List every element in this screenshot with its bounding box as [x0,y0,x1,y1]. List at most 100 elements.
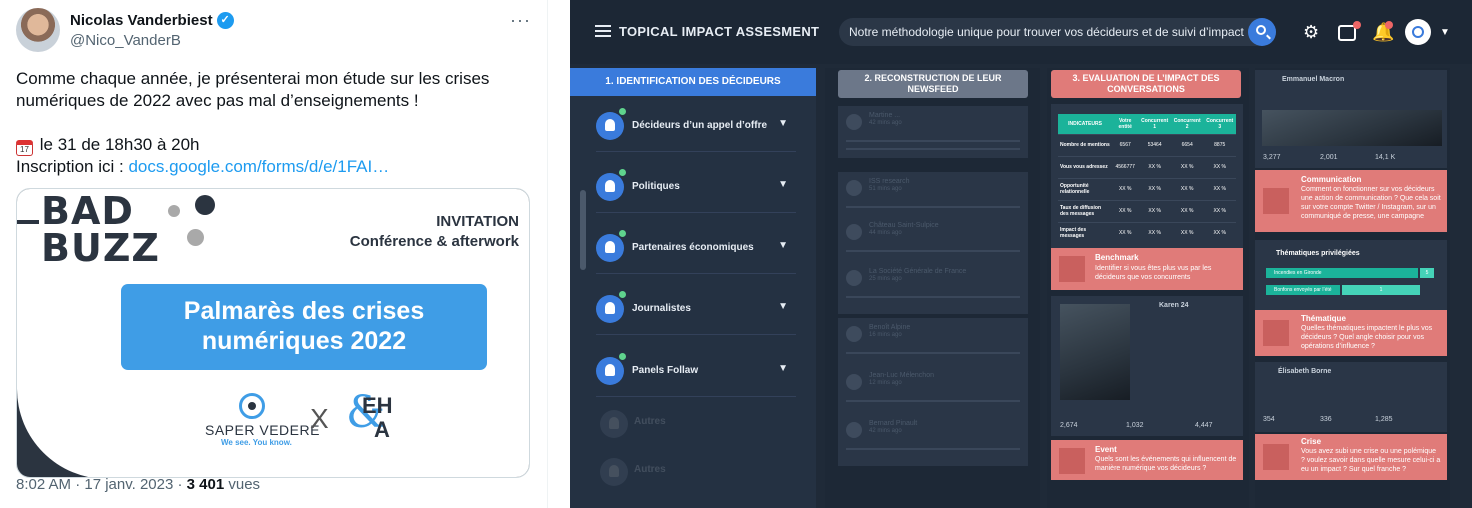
feed-item[interactable]: Benoît Alpine 16 mins ago [838,318,1028,370]
sidebar-item-autres: Autres [600,402,800,442]
sidebar-item-panels[interactable]: Panels Follaw ▼ [596,349,796,397]
table-cell: XX % [1203,221,1236,244]
comments-count: 3,277 [1263,154,1281,161]
avatar [846,326,862,342]
benchmark-title: Benchmark [1095,253,1139,262]
chevron-down-icon[interactable]: ▼ [1440,27,1450,38]
feed-item[interactable]: Bernard Pinault 42 mins ago [838,414,1028,466]
tweet-image-card[interactable]: BAD BUZZ INVITATION Conférence & afterwo… [16,188,530,478]
thematique-title: Thématique [1301,314,1346,323]
logo-dot [187,229,204,246]
sidebar-item-partenaires[interactable]: Partenaires économiques ▼ [596,226,796,274]
table-cell: Impact des messages [1058,221,1113,244]
journalist-icon [596,295,624,323]
event-title: Event [1095,445,1117,454]
invitation-title: INVITATION [436,213,519,230]
feed-author: Martine ... [869,112,901,119]
feed-item[interactable]: Martine ... 42 mins ago [838,106,1028,158]
table-cell: XX % [1170,199,1204,222]
table-row: Impact des messages XX % XX % XX % XX % [1058,221,1236,244]
megaphone-icon [1263,188,1289,214]
chevron-down-icon[interactable]: ▼ [778,179,788,190]
post-photo[interactable] [1262,110,1442,146]
theme-bar: Incendies en Gironde [1266,268,1418,278]
table-header-row: INDICATEURS Votre entité Concurrent 1 Co… [1058,114,1236,134]
online-dot [619,230,626,237]
notification-badge [1385,21,1393,29]
chevron-down-icon[interactable]: ▼ [778,301,788,312]
sidebar-item-journalistes[interactable]: Journalistes ▼ [596,287,796,335]
retweets-count: 2,001 [1320,154,1338,161]
search-button[interactable] [1248,18,1276,46]
avatar[interactable] [16,8,60,52]
table-cell: XX % [1170,177,1204,200]
form-link[interactable]: docs.google.com/forms/d/e/1FAI… [128,157,389,176]
settings-icon[interactable]: ⚙ [1303,22,1319,43]
hamburger-menu-icon[interactable] [595,25,611,37]
feed-item[interactable]: Château Saint-Sulpice 44 mins ago [838,216,1028,268]
chevron-down-icon[interactable]: ▼ [778,363,788,374]
crise-title: Crise [1301,437,1322,446]
chevron-down-icon[interactable]: ▼ [778,240,788,251]
author-name-row[interactable]: Nicolas Vanderbiest ✓ [70,12,510,29]
event-card[interactable]: Event Quels sont les événements qui infl… [1051,440,1243,480]
communication-title: Communication [1301,175,1362,184]
benchmark-icon [1059,256,1085,282]
partnership-cross: X [310,403,329,434]
theme-bar-value: 1 [1342,285,1420,295]
dashboard-screenshot: TOPICAL IMPACT ASSESMENT Notre méthodolo… [570,0,1472,508]
feed-item[interactable]: La Société Générale de France 25 mins ag… [838,262,1028,314]
feed-item[interactable]: Jean-Luc Mélenchon 12 mins ago [838,366,1028,418]
feed-author: Bernard Pinault [869,420,918,427]
panel-icon [596,357,624,385]
table-cell: XX % [1170,221,1204,244]
sidebar-item-appel-offre[interactable]: Décideurs d’un appel d’offre ▼ [596,104,796,152]
communication-card[interactable]: Communication Comment on fonctionner sur… [1255,170,1447,232]
crise-card[interactable]: Crise Vous avez subi une crise ou une po… [1255,434,1447,480]
column-3-header: 3. EVALUATION DE L’IMPACT DES CONVERSATI… [1051,70,1241,98]
table-cell: XX % [1112,221,1139,244]
post-photo[interactable] [1060,304,1130,400]
avatar [846,224,862,240]
logo-dot [168,205,180,217]
feed-time: 51 mins ago [869,186,902,192]
tweet-inscription-line: Inscription ici : docs.google.com/forms/… [16,156,531,178]
more-icon[interactable]: ··· [510,10,531,31]
table-cell: 53464 [1138,133,1171,156]
feed-text-placeholder [846,296,1020,298]
avatar [846,270,862,286]
chevron-down-icon[interactable]: ▼ [778,118,788,129]
avatar [846,180,862,196]
tweet-timestamp[interactable]: 8:02 AM · 17 janv. 2023 · [16,476,187,493]
verified-icon: ✓ [216,12,234,29]
tweet-footer: 8:02 AM · 17 janv. 2023 · 3 401 vues [16,476,260,493]
benchmark-card[interactable]: Benchmark Identifier si vous êtes plus v… [1051,248,1243,290]
sidebar-scrollbar[interactable] [580,190,586,270]
feed-text-placeholder [846,250,1020,252]
feed-time: 12 mins ago [869,380,902,386]
thematique-text: Quelles thématiques impactent le plus vo… [1301,325,1433,350]
saper-vedere-name: SAPER VEDERE [205,422,320,438]
comments-count: 2,674 [1060,422,1078,429]
feed-author: Benoît Alpine [869,324,911,331]
theme-bar: Bonfons envoyés par l’été [1266,285,1340,295]
user-avatar-icon[interactable] [1405,19,1431,45]
sidebar-item-autres: Autres [600,450,800,490]
comments-count: 354 [1263,416,1275,423]
bad-buzz-line1: BAD [41,189,134,233]
author-handle[interactable]: @Nico_VanderB [70,32,510,49]
table-cell: Nombre de mentions [1058,133,1113,156]
sidebar-item-label: Journalistes [632,303,691,314]
author-name[interactable]: Nicolas Vanderbiest [70,12,213,29]
thematique-card[interactable]: Thématique Quelles thématiques impactent… [1255,310,1447,356]
feed-time: 42 mins ago [869,120,902,126]
search-bar[interactable]: Notre méthodologie unique pour trouver v… [839,18,1276,46]
post-author: Emmanuel Macron [1282,76,1345,83]
feed-author: La Société Générale de France [869,268,967,275]
sidebar-item-politiques[interactable]: Politiques ▼ [596,165,796,213]
saper-vedere-eye-icon [239,393,265,419]
search-input[interactable]: Notre méthodologie unique pour trouver v… [849,25,1244,39]
table-header: INDICATEURS [1058,114,1113,134]
avatar [846,422,862,438]
document-icon [1263,320,1289,346]
